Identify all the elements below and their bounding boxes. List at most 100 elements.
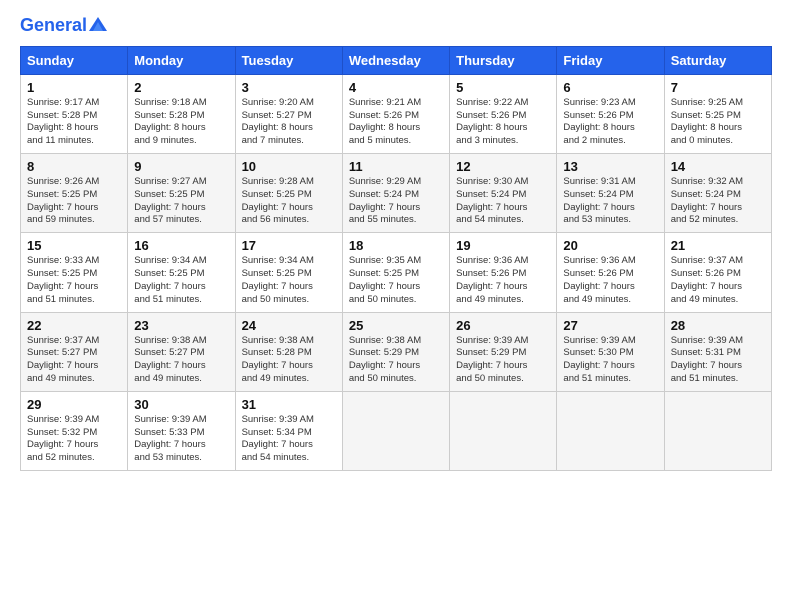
day-info: Sunrise: 9:38 AM Sunset: 5:29 PM Dayligh… bbox=[349, 335, 443, 386]
day-number: 23 bbox=[134, 318, 228, 333]
day-number: 26 bbox=[456, 318, 550, 333]
day-number: 6 bbox=[563, 80, 657, 95]
weekday-saturday: Saturday bbox=[664, 46, 771, 74]
day-number: 24 bbox=[242, 318, 336, 333]
day-number: 3 bbox=[242, 80, 336, 95]
day-cell: 25 Sunrise: 9:38 AM Sunset: 5:29 PM Dayli… bbox=[342, 312, 449, 391]
week-row-5: 29Sunrise: 9:39 AM Sunset: 5:32 PM Dayli… bbox=[21, 391, 772, 470]
day-number: 30 bbox=[134, 397, 228, 412]
weekday-thursday: Thursday bbox=[450, 46, 557, 74]
day-cell: 14 Sunrise: 9:32 AM Sunset: 5:24 PM Dayli… bbox=[664, 154, 771, 233]
day-cell: 22 Sunrise: 9:37 AM Sunset: 5:27 PM Dayli… bbox=[21, 312, 128, 391]
day-number: 2 bbox=[134, 80, 228, 95]
day-info: Sunrise: 9:25 AM Sunset: 5:25 PM Dayligh… bbox=[671, 97, 765, 148]
day-cell: 4 Sunrise: 9:21 AM Sunset: 5:26 PM Daylig… bbox=[342, 74, 449, 153]
day-cell bbox=[664, 391, 771, 470]
day-cell: 10Sunrise: 9:28 AM Sunset: 5:25 PM Dayli… bbox=[235, 154, 342, 233]
day-cell: 12 Sunrise: 9:30 AM Sunset: 5:24 PM Dayli… bbox=[450, 154, 557, 233]
day-cell: 21 Sunrise: 9:37 AM Sunset: 5:26 PM Dayli… bbox=[664, 233, 771, 312]
week-row-4: 22 Sunrise: 9:37 AM Sunset: 5:27 PM Dayli… bbox=[21, 312, 772, 391]
day-number: 1 bbox=[27, 80, 121, 95]
day-number: 5 bbox=[456, 80, 550, 95]
day-cell bbox=[342, 391, 449, 470]
weekday-monday: Monday bbox=[128, 46, 235, 74]
weekday-header-row: SundayMondayTuesdayWednesdayThursdayFrid… bbox=[21, 46, 772, 74]
day-info: Sunrise: 9:21 AM Sunset: 5:26 PM Dayligh… bbox=[349, 97, 443, 148]
week-row-1: 1Sunrise: 9:17 AM Sunset: 5:28 PM Daylig… bbox=[21, 74, 772, 153]
day-info: Sunrise: 9:29 AM Sunset: 5:24 PM Dayligh… bbox=[349, 176, 443, 227]
day-number: 31 bbox=[242, 397, 336, 412]
day-number: 20 bbox=[563, 238, 657, 253]
weekday-sunday: Sunday bbox=[21, 46, 128, 74]
day-number: 19 bbox=[456, 238, 550, 253]
day-number: 25 bbox=[349, 318, 443, 333]
day-info: Sunrise: 9:32 AM Sunset: 5:24 PM Dayligh… bbox=[671, 176, 765, 227]
day-number: 21 bbox=[671, 238, 765, 253]
logo: General bbox=[20, 16, 107, 36]
page-container: General SundayMondayTuesdayWednesdayThur… bbox=[0, 0, 792, 481]
day-info: Sunrise: 9:39 AM Sunset: 5:33 PM Dayligh… bbox=[134, 414, 228, 465]
weekday-wednesday: Wednesday bbox=[342, 46, 449, 74]
day-cell: 8 Sunrise: 9:26 AM Sunset: 5:25 PM Daylig… bbox=[21, 154, 128, 233]
day-number: 29 bbox=[27, 397, 121, 412]
day-info: Sunrise: 9:36 AM Sunset: 5:26 PM Dayligh… bbox=[563, 255, 657, 306]
day-cell: 5 Sunrise: 9:22 AM Sunset: 5:26 PM Daylig… bbox=[450, 74, 557, 153]
day-info: Sunrise: 9:26 AM Sunset: 5:25 PM Dayligh… bbox=[27, 176, 121, 227]
logo-text: General bbox=[20, 16, 87, 36]
day-cell: 20 Sunrise: 9:36 AM Sunset: 5:26 PM Dayli… bbox=[557, 233, 664, 312]
day-info: Sunrise: 9:37 AM Sunset: 5:26 PM Dayligh… bbox=[671, 255, 765, 306]
day-number: 11 bbox=[349, 159, 443, 174]
day-info: Sunrise: 9:22 AM Sunset: 5:26 PM Dayligh… bbox=[456, 97, 550, 148]
day-info: Sunrise: 9:36 AM Sunset: 5:26 PM Dayligh… bbox=[456, 255, 550, 306]
day-cell: 18 Sunrise: 9:35 AM Sunset: 5:25 PM Dayli… bbox=[342, 233, 449, 312]
day-info: Sunrise: 9:37 AM Sunset: 5:27 PM Dayligh… bbox=[27, 335, 121, 386]
day-info: Sunrise: 9:28 AM Sunset: 5:25 PM Dayligh… bbox=[242, 176, 336, 227]
day-cell: 27 Sunrise: 9:39 AM Sunset: 5:30 PM Dayli… bbox=[557, 312, 664, 391]
day-cell: 26Sunrise: 9:39 AM Sunset: 5:29 PM Dayli… bbox=[450, 312, 557, 391]
day-cell: 15Sunrise: 9:33 AM Sunset: 5:25 PM Dayli… bbox=[21, 233, 128, 312]
day-info: Sunrise: 9:23 AM Sunset: 5:26 PM Dayligh… bbox=[563, 97, 657, 148]
day-number: 27 bbox=[563, 318, 657, 333]
day-number: 14 bbox=[671, 159, 765, 174]
day-cell: 2 Sunrise: 9:18 AM Sunset: 5:28 PM Daylig… bbox=[128, 74, 235, 153]
day-number: 7 bbox=[671, 80, 765, 95]
day-info: Sunrise: 9:38 AM Sunset: 5:28 PM Dayligh… bbox=[242, 335, 336, 386]
day-cell: 9Sunrise: 9:27 AM Sunset: 5:25 PM Daylig… bbox=[128, 154, 235, 233]
day-info: Sunrise: 9:39 AM Sunset: 5:30 PM Dayligh… bbox=[563, 335, 657, 386]
day-info: Sunrise: 9:34 AM Sunset: 5:25 PM Dayligh… bbox=[242, 255, 336, 306]
day-number: 12 bbox=[456, 159, 550, 174]
day-cell bbox=[450, 391, 557, 470]
day-info: Sunrise: 9:39 AM Sunset: 5:31 PM Dayligh… bbox=[671, 335, 765, 386]
logo-icon bbox=[89, 17, 107, 31]
calendar-table: SundayMondayTuesdayWednesdayThursdayFrid… bbox=[20, 46, 772, 471]
day-info: Sunrise: 9:34 AM Sunset: 5:25 PM Dayligh… bbox=[134, 255, 228, 306]
day-cell bbox=[557, 391, 664, 470]
weekday-friday: Friday bbox=[557, 46, 664, 74]
day-number: 15 bbox=[27, 238, 121, 253]
day-number: 4 bbox=[349, 80, 443, 95]
day-cell: 19 Sunrise: 9:36 AM Sunset: 5:26 PM Dayli… bbox=[450, 233, 557, 312]
day-number: 9 bbox=[134, 159, 228, 174]
day-info: Sunrise: 9:18 AM Sunset: 5:28 PM Dayligh… bbox=[134, 97, 228, 148]
day-cell: 6 Sunrise: 9:23 AM Sunset: 5:26 PM Daylig… bbox=[557, 74, 664, 153]
day-number: 13 bbox=[563, 159, 657, 174]
day-cell: 11 Sunrise: 9:29 AM Sunset: 5:24 PM Dayli… bbox=[342, 154, 449, 233]
day-cell: 23Sunrise: 9:38 AM Sunset: 5:27 PM Dayli… bbox=[128, 312, 235, 391]
header: General bbox=[20, 16, 772, 36]
day-info: Sunrise: 9:20 AM Sunset: 5:27 PM Dayligh… bbox=[242, 97, 336, 148]
day-cell: 29Sunrise: 9:39 AM Sunset: 5:32 PM Dayli… bbox=[21, 391, 128, 470]
day-cell: 24 Sunrise: 9:38 AM Sunset: 5:28 PM Dayli… bbox=[235, 312, 342, 391]
day-info: Sunrise: 9:30 AM Sunset: 5:24 PM Dayligh… bbox=[456, 176, 550, 227]
day-info: Sunrise: 9:39 AM Sunset: 5:34 PM Dayligh… bbox=[242, 414, 336, 465]
day-number: 8 bbox=[27, 159, 121, 174]
day-cell: 30 Sunrise: 9:39 AM Sunset: 5:33 PM Dayli… bbox=[128, 391, 235, 470]
day-cell: 28Sunrise: 9:39 AM Sunset: 5:31 PM Dayli… bbox=[664, 312, 771, 391]
day-number: 16 bbox=[134, 238, 228, 253]
day-info: Sunrise: 9:35 AM Sunset: 5:25 PM Dayligh… bbox=[349, 255, 443, 306]
day-cell: 17 Sunrise: 9:34 AM Sunset: 5:25 PM Dayli… bbox=[235, 233, 342, 312]
day-cell: 1Sunrise: 9:17 AM Sunset: 5:28 PM Daylig… bbox=[21, 74, 128, 153]
day-number: 17 bbox=[242, 238, 336, 253]
day-number: 22 bbox=[27, 318, 121, 333]
day-number: 18 bbox=[349, 238, 443, 253]
weekday-tuesday: Tuesday bbox=[235, 46, 342, 74]
